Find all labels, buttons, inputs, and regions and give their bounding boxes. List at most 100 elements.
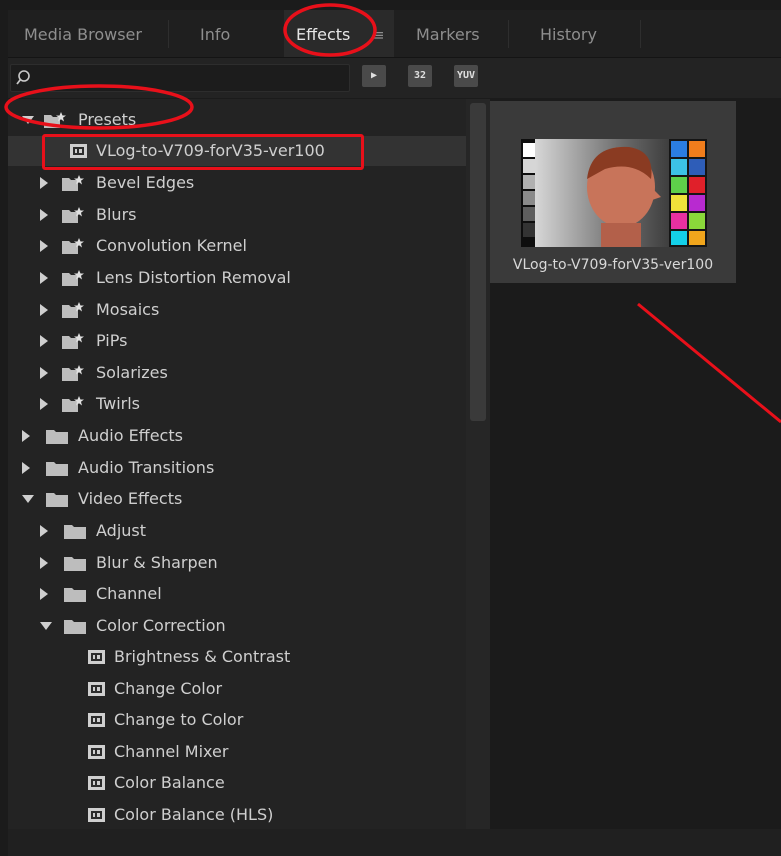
tab-markers[interactable]: Markers <box>416 10 480 57</box>
preset-folder-icon <box>62 175 84 191</box>
expand-arrow-icon[interactable] <box>40 177 48 189</box>
tab-info[interactable]: Info <box>200 10 230 57</box>
tab-divider <box>508 20 509 48</box>
effect-item-color-balance-hls[interactable]: Color Balance (HLS) <box>8 800 466 829</box>
effect-item-brightness-contrast[interactable]: Brightness & Contrast <box>8 642 466 672</box>
search-icon <box>16 70 30 85</box>
preset-folder-icon <box>62 333 84 349</box>
effects-tree: Presets VLog-to-V709-forV35-ver100 Bevel… <box>8 99 466 829</box>
tree-folder-lens-distortion-removal[interactable]: Lens Distortion Removal <box>8 263 466 293</box>
expand-arrow-icon[interactable] <box>40 525 48 537</box>
tree-folder-twirls[interactable]: Twirls <box>8 389 466 419</box>
tree-folder-label: Channel <box>96 584 162 603</box>
accelerated-effects-filter-button[interactable]: ▶ <box>362 65 386 87</box>
effect-item-change-to-color[interactable]: Change to Color <box>8 705 466 735</box>
tree-folder-label: Mosaics <box>96 300 160 319</box>
effect-item-label: Change to Color <box>114 710 244 729</box>
panel-menu-icon[interactable]: ≡ <box>372 10 385 57</box>
scrollbar-thumb[interactable] <box>470 103 486 421</box>
effect-item-label: Color Balance (HLS) <box>114 805 274 824</box>
tree-folder-audio-effects[interactable]: Audio Effects <box>8 421 466 451</box>
collapse-arrow-icon[interactable] <box>22 495 34 503</box>
tab-history[interactable]: History <box>540 10 597 57</box>
collapse-arrow-icon[interactable] <box>22 116 34 124</box>
expand-arrow-icon[interactable] <box>40 398 48 410</box>
effect-icon <box>88 713 105 727</box>
preset-thumbnail-card[interactable]: VLog-to-V709-forV35-ver100 <box>490 101 736 283</box>
tree-folder-label: Adjust <box>96 521 147 540</box>
tree-folder-mosaics[interactable]: Mosaics <box>8 295 466 325</box>
tree-folder-label: Audio Effects <box>78 426 183 445</box>
preset-folder-icon <box>62 365 84 381</box>
tree-folder-channel[interactable]: Channel <box>8 579 466 609</box>
tree-folder-color-correction[interactable]: Color Correction <box>8 611 466 641</box>
preset-item-label: VLog-to-V709-forV35-ver100 <box>96 141 325 160</box>
expand-arrow-icon[interactable] <box>40 367 48 379</box>
tree-folder-presets[interactable]: Presets <box>8 105 466 135</box>
search-toolbar: ▶ 32 YUV <box>8 58 781 98</box>
folder-icon <box>46 493 68 507</box>
folder-icon <box>64 620 86 634</box>
panel-tab-bar: Media Browser Info Effects ≡ Markers His… <box>8 10 781 58</box>
preset-item-vlog-to-v709[interactable]: VLog-to-V709-forV35-ver100 <box>8 136 466 166</box>
tree-folder-label: Audio Transitions <box>78 458 215 477</box>
expand-arrow-icon[interactable] <box>40 304 48 316</box>
tree-folder-pips[interactable]: PiPs <box>8 326 466 356</box>
search-input[interactable] <box>37 67 341 89</box>
preset-folder-icon <box>62 396 84 412</box>
effect-icon <box>88 745 105 759</box>
tab-media-browser[interactable]: Media Browser <box>24 10 142 57</box>
tab-effects-label: Effects <box>296 25 351 44</box>
preset-thumbnail-label: VLog-to-V709-forV35-ver100 <box>512 257 714 273</box>
tree-folder-label: Solarizes <box>96 363 168 382</box>
expand-arrow-icon[interactable] <box>22 462 30 474</box>
effect-item-label: Color Balance <box>114 773 225 792</box>
collapse-arrow-icon[interactable] <box>40 622 52 630</box>
effect-item-change-color[interactable]: Change Color <box>8 674 466 704</box>
effect-icon <box>70 144 87 158</box>
tree-scrollbar[interactable] <box>466 99 490 829</box>
folder-icon <box>46 462 68 476</box>
tree-folder-label: Convolution Kernel <box>96 236 247 255</box>
effect-icon <box>88 776 105 790</box>
tree-folder-convolution-kernel[interactable]: Convolution Kernel <box>8 231 466 261</box>
tree-folder-label: Blur & Sharpen <box>96 553 218 572</box>
preset-folder-icon <box>62 238 84 254</box>
tree-folder-label: Bevel Edges <box>96 173 195 192</box>
expand-arrow-icon[interactable] <box>22 430 30 442</box>
folder-icon <box>64 525 86 539</box>
tree-folder-solarizes[interactable]: Solarizes <box>8 358 466 388</box>
tree-folder-video-effects[interactable]: Video Effects <box>8 484 466 514</box>
tree-folder-label: Video Effects <box>78 489 183 508</box>
tree-folder-blur-sharpen[interactable]: Blur & Sharpen <box>8 548 466 578</box>
preset-preview-pane: VLog-to-V709-forV35-ver100 <box>490 99 781 829</box>
tree-folder-label: PiPs <box>96 331 128 350</box>
expand-arrow-icon[interactable] <box>40 335 48 347</box>
preset-thumbnail-image <box>521 139 707 247</box>
search-field[interactable] <box>10 64 350 92</box>
expand-arrow-icon[interactable] <box>40 209 48 221</box>
effect-icon <box>88 682 105 696</box>
effect-item-label: Change Color <box>114 679 223 698</box>
tab-divider <box>168 20 169 48</box>
tree-folder-adjust[interactable]: Adjust <box>8 516 466 546</box>
effect-item-label: Channel Mixer <box>114 742 229 761</box>
32bit-effects-filter-button[interactable]: 32 <box>408 65 432 87</box>
yuv-effects-filter-button[interactable]: YUV <box>454 65 478 87</box>
effect-item-color-balance[interactable]: Color Balance <box>8 768 466 798</box>
effect-item-label: Brightness & Contrast <box>114 647 291 666</box>
effect-icon <box>88 650 105 664</box>
tree-folder-label: Blurs <box>96 205 137 224</box>
tree-folder-audio-transitions[interactable]: Audio Transitions <box>8 453 466 483</box>
tree-folder-blurs[interactable]: Blurs <box>8 200 466 230</box>
expand-arrow-icon[interactable] <box>40 240 48 252</box>
expand-arrow-icon[interactable] <box>40 557 48 569</box>
preset-folder-icon <box>62 302 84 318</box>
expand-arrow-icon[interactable] <box>40 272 48 284</box>
tab-divider <box>640 20 641 48</box>
preset-folder-icon <box>44 112 66 128</box>
expand-arrow-icon[interactable] <box>40 588 48 600</box>
preset-folder-icon <box>62 207 84 223</box>
effect-item-channel-mixer[interactable]: Channel Mixer <box>8 737 466 767</box>
tree-folder-bevel-edges[interactable]: Bevel Edges <box>8 168 466 198</box>
